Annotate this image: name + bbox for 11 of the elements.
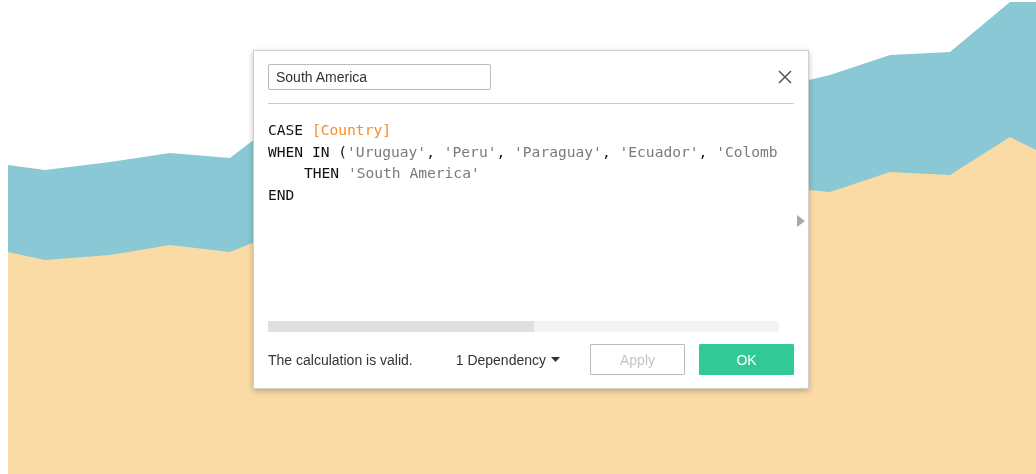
expand-arrow-icon[interactable] — [797, 215, 805, 227]
horizontal-scrollbar[interactable] — [268, 321, 779, 332]
code-line: CASE [Country] — [268, 120, 392, 140]
dependency-dropdown[interactable]: 1 Dependency — [455, 351, 560, 368]
caret-icon — [551, 357, 560, 362]
name-input-field[interactable]: South America — [268, 64, 491, 90]
status-text: The calculation is valid. — [268, 351, 414, 368]
close-icon[interactable] — [778, 70, 792, 84]
code-line: END — [268, 184, 296, 205]
code-line: THEN 'South America' — [303, 163, 481, 183]
code-line: WHEN IN ('Uruguay', 'Peru', 'Paraguay', 'Ecuador', 'Colomb — [268, 141, 779, 162]
